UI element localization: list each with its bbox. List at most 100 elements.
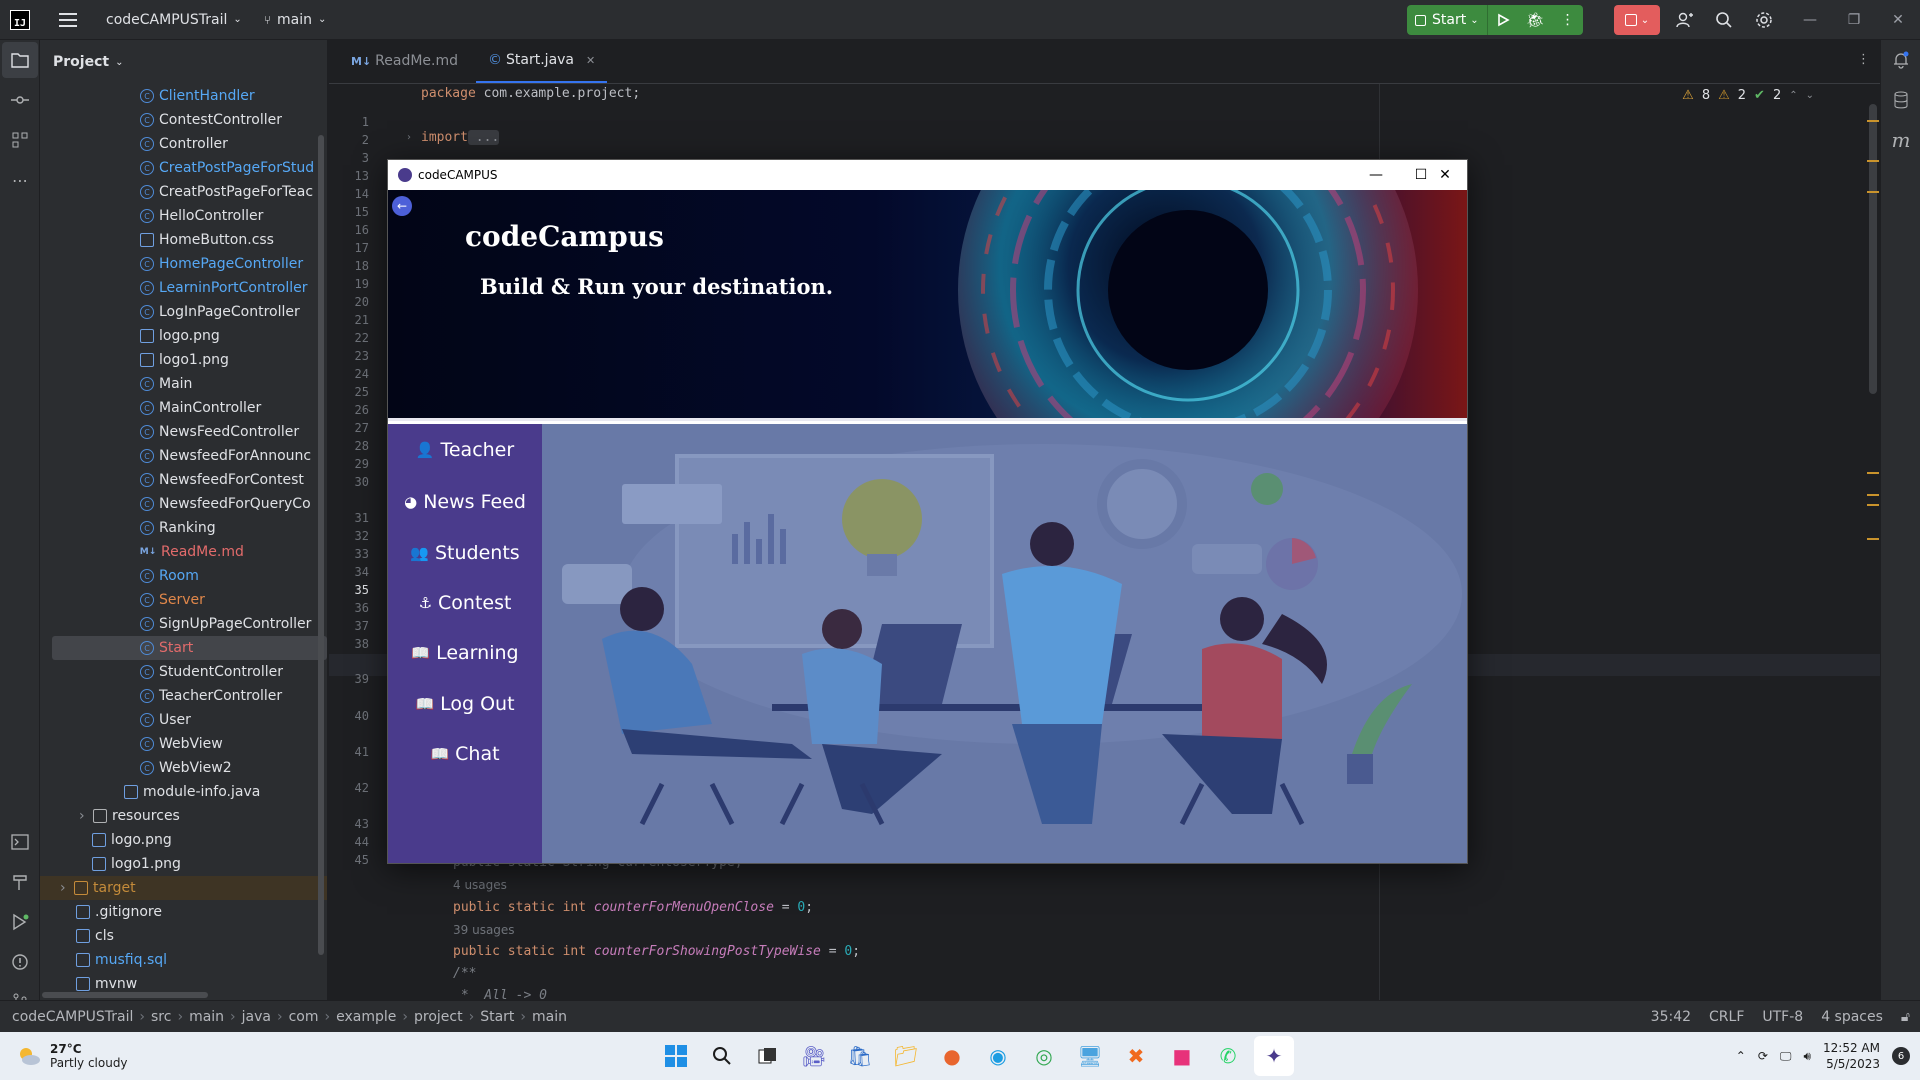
close-button[interactable]: ✕	[1876, 0, 1920, 40]
warning-marker[interactable]	[1867, 504, 1879, 506]
breadcrumb-item[interactable]: codeCAMPUSTrail	[12, 1009, 133, 1025]
project-tree-item[interactable]: C LogInPageController	[40, 300, 327, 324]
line-number[interactable]: 29	[329, 457, 369, 471]
line-number[interactable]: 13	[329, 169, 369, 183]
project-tree-item[interactable]: C User	[40, 708, 327, 732]
project-tree-item[interactable]: C NewsFeedController	[40, 420, 327, 444]
warning-marker[interactable]	[1867, 160, 1879, 162]
breadcrumb-item[interactable]: main	[189, 1009, 224, 1025]
display-icon[interactable]: 🖵︎	[1780, 1049, 1792, 1064]
line-number[interactable]: 36	[329, 601, 369, 615]
project-tree-item[interactable]: C ContestController	[40, 108, 327, 132]
line-number[interactable]: 43	[329, 817, 369, 831]
code-line-3[interactable]: import ...	[421, 130, 500, 145]
project-horizontal-scrollbar[interactable]	[42, 992, 208, 998]
clock[interactable]: 12:52 AM 5/5/2023	[1823, 1040, 1880, 1072]
project-scrollbar[interactable]	[318, 135, 324, 955]
problems-icon[interactable]	[0, 942, 40, 982]
search-icon[interactable]	[702, 1036, 742, 1076]
intellij-logo-icon[interactable]: IJ	[10, 9, 30, 30]
project-tree-item[interactable]: › resources	[40, 804, 327, 828]
project-tree-item[interactable]: › target	[40, 876, 327, 900]
project-tree-item[interactable]: C HelloController	[40, 204, 327, 228]
terminal-icon[interactable]	[0, 822, 40, 862]
project-tree-item[interactable]: .gitignore	[40, 900, 327, 924]
project-tree-item[interactable]: logo.png	[40, 324, 327, 348]
project-tree-item[interactable]: C NewsfeedForContest	[40, 468, 327, 492]
notifications-bell-icon[interactable]	[1881, 40, 1920, 80]
tab-start-java[interactable]: © Start.java ✕	[476, 39, 608, 83]
code-line-1[interactable]: package com.example.project;	[421, 86, 640, 101]
xampp-icon[interactable]: ✖	[1116, 1036, 1156, 1076]
stop-button[interactable]: ⌄	[1614, 5, 1660, 35]
breadcrumb-item[interactable]: main	[532, 1009, 567, 1025]
line-number[interactable]: 34	[329, 565, 369, 579]
edge-icon[interactable]: ◉	[978, 1036, 1018, 1076]
app-minimize-button[interactable]: —	[1353, 160, 1399, 190]
fold-chevron-icon[interactable]: ›	[407, 132, 411, 143]
menu-item-news-feed[interactable]: ◕ News Feed	[388, 482, 542, 522]
project-tree-item[interactable]: C Start	[52, 636, 327, 660]
project-tree-item[interactable]: C WebView	[40, 732, 327, 756]
volume-icon[interactable]: 🔊︎	[1803, 1049, 1811, 1064]
sync-icon[interactable]: ⟳	[1758, 1049, 1768, 1063]
project-tree-item[interactable]: logo1.png	[40, 348, 327, 372]
restore-button[interactable]: ❐	[1832, 0, 1876, 40]
intellij-icon[interactable]: ■	[1162, 1036, 1202, 1076]
menu-item-log-out[interactable]: 📖 Log Out	[388, 684, 542, 724]
project-tree-item[interactable]: C StudentController	[40, 660, 327, 684]
lock-icon[interactable]: 🔓︎	[1901, 1009, 1910, 1025]
project-tree-item[interactable]: C WebView2	[40, 756, 327, 780]
codecampus-titlebar[interactable]: codeCAMPUS — ☐ ✕	[388, 160, 1467, 190]
search-icon[interactable]	[1710, 6, 1738, 34]
usage-hint[interactable]: 39 usages	[453, 923, 515, 937]
store-icon[interactable]: 🛍︎	[840, 1036, 880, 1076]
settings-gear-icon[interactable]	[1750, 6, 1778, 34]
line-number[interactable]: 31	[329, 511, 369, 525]
breadcrumb-item[interactable]: java	[242, 1009, 271, 1025]
branch-switcher[interactable]: ⑂ main ⌄	[256, 6, 335, 34]
project-panel-header[interactable]: Project ⌄	[40, 40, 327, 84]
run-button[interactable]	[1486, 5, 1518, 35]
project-tree-item[interactable]: C Ranking	[40, 516, 327, 540]
usage-hint[interactable]: 4 usages	[453, 878, 507, 892]
project-tree-item[interactable]: C Controller	[40, 132, 327, 156]
project-tree-item[interactable]: C Main	[40, 372, 327, 396]
project-tree-item[interactable]: musfiq.sql	[40, 948, 327, 972]
menu-item-contest[interactable]: ⚓ Contest	[388, 583, 542, 623]
line-number[interactable]: 22	[329, 331, 369, 345]
line-number[interactable]: 41	[329, 745, 369, 759]
project-tree-item[interactable]: C NewsfeedForQueryCo	[40, 492, 327, 516]
line-number[interactable]: 23	[329, 349, 369, 363]
project-tree-item[interactable]: C Room	[40, 564, 327, 588]
remote-desktop-icon[interactable]: 🖥︎	[1070, 1036, 1110, 1076]
line-number[interactable]: 42	[329, 781, 369, 795]
teams-chat-icon[interactable]: 🎥︎	[794, 1036, 834, 1076]
chevron-up-icon[interactable]: ⌃	[1789, 90, 1797, 101]
weather-widget[interactable]: 27°C Partly cloudy	[0, 1042, 128, 1070]
warning-marker[interactable]	[1867, 120, 1879, 122]
maven-icon[interactable]: m	[1881, 120, 1920, 160]
caret-position[interactable]: 35:42	[1651, 1009, 1691, 1025]
back-arrow-icon[interactable]: ←	[392, 196, 412, 216]
tab-readme[interactable]: M↓ ReadMe.md	[339, 39, 470, 83]
project-tree-item[interactable]: C NewsfeedForAnnounc	[40, 444, 327, 468]
project-tool-folder-icon[interactable]	[2, 42, 38, 78]
breadcrumb-item[interactable]: src	[151, 1009, 171, 1025]
more-tools-icon[interactable]: ⋯	[0, 160, 40, 200]
warning-marker[interactable]	[1867, 472, 1879, 474]
notification-badge[interactable]: 6	[1892, 1047, 1910, 1065]
file-explorer-icon[interactable]: 📁︎	[886, 1036, 926, 1076]
line-number[interactable]: 18	[329, 259, 369, 273]
line-number[interactable]: 21	[329, 313, 369, 327]
line-number[interactable]: 27	[329, 421, 369, 435]
line-number[interactable]: 32	[329, 529, 369, 543]
line-number[interactable]: 45	[329, 853, 369, 867]
tab-options-kebab-icon[interactable]: ⋮	[1857, 52, 1870, 67]
file-encoding[interactable]: UTF-8	[1762, 1009, 1803, 1025]
line-number[interactable]: 39	[329, 672, 369, 686]
warning-marker[interactable]	[1867, 191, 1879, 193]
whatsapp-icon[interactable]: ✆	[1208, 1036, 1248, 1076]
debug-button[interactable]: 🐞︎	[1518, 5, 1553, 35]
chevron-down-icon[interactable]: ⌄	[1806, 90, 1814, 101]
